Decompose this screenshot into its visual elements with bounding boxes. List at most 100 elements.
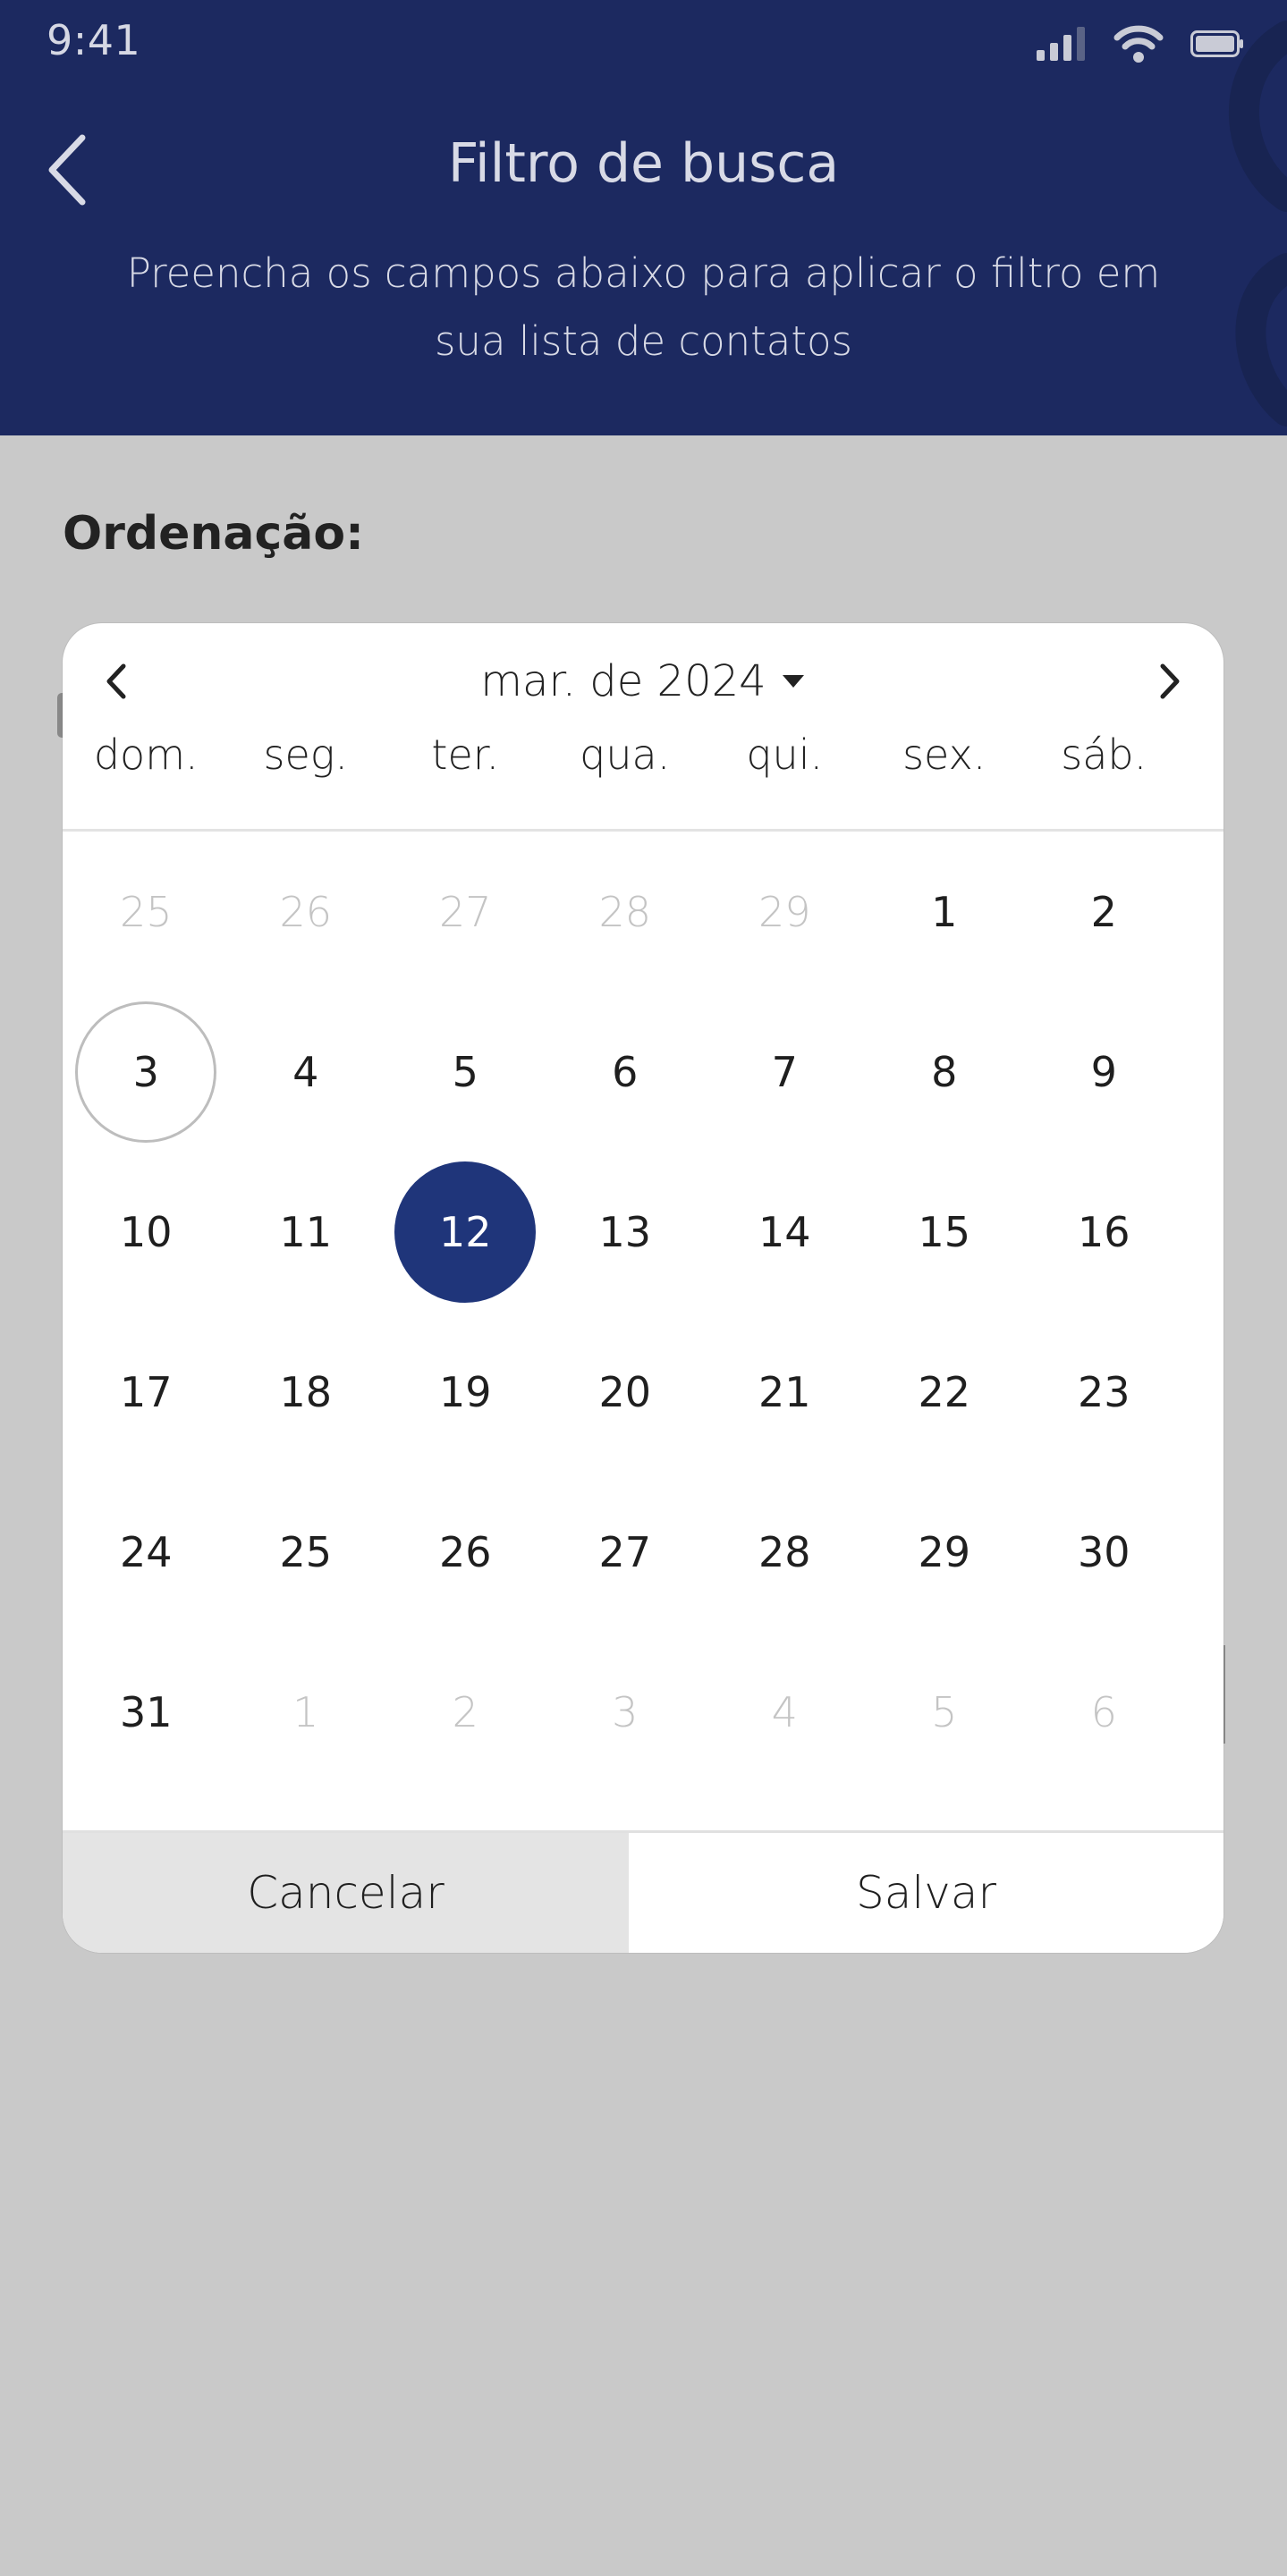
previous-month-button[interactable] — [85, 650, 148, 713]
header: 9:41 Filtro de busca Preencha os campos … — [0, 0, 1287, 435]
weekday-label: ter. — [431, 731, 500, 779]
weekday-header: dom. seg. ter. qua. qui. sex. sáb. — [66, 731, 1220, 779]
day-number: 5 — [452, 1047, 478, 1096]
day-cell[interactable]: 3 — [546, 1632, 706, 1792]
day-cell[interactable]: 24 — [66, 1472, 226, 1632]
day-cell[interactable]: 22 — [865, 1312, 1025, 1472]
day-number: 28 — [758, 1527, 811, 1576]
weekday-label: seg. — [263, 731, 349, 779]
day-number: 19 — [438, 1367, 492, 1416]
day-cell-selected[interactable]: 12 — [385, 1152, 546, 1312]
day-number: 27 — [438, 887, 492, 936]
day-number: 1 — [292, 1687, 319, 1736]
day-cell[interactable]: 17 — [66, 1312, 226, 1472]
day-cell[interactable]: 28 — [705, 1472, 865, 1632]
day-cell[interactable]: 1 — [226, 1632, 386, 1792]
day-cell[interactable]: 26 — [385, 1472, 546, 1632]
day-number: 28 — [598, 887, 652, 936]
day-cell[interactable]: 18 — [226, 1312, 386, 1472]
day-number: 18 — [279, 1367, 333, 1416]
day-number: 11 — [279, 1207, 333, 1256]
day-cell[interactable]: 6 — [1024, 1632, 1184, 1792]
cancel-button[interactable]: Cancelar — [63, 1833, 629, 1953]
day-number: 24 — [119, 1527, 173, 1576]
battery-icon — [1190, 30, 1243, 57]
day-number: 26 — [279, 887, 333, 936]
day-cell[interactable]: 26 — [226, 832, 386, 992]
page-title: Filtro de busca — [447, 132, 840, 195]
day-cell[interactable]: 4 — [226, 992, 386, 1152]
day-cell[interactable]: 21 — [705, 1312, 865, 1472]
day-cell[interactable]: 31 — [66, 1632, 226, 1792]
day-number: 4 — [292, 1047, 319, 1096]
day-number: 2 — [452, 1687, 478, 1736]
day-number: 31 — [119, 1687, 173, 1736]
day-number: 22 — [918, 1367, 971, 1416]
day-cell[interactable]: 29 — [865, 1472, 1025, 1632]
wifi-icon — [1113, 25, 1164, 63]
day-number: 4 — [771, 1687, 798, 1736]
month-year-selector[interactable]: mar. de 2024 — [63, 650, 1223, 713]
day-number: 9 — [1090, 1047, 1117, 1096]
day-number: 12 — [394, 1161, 537, 1303]
day-cell[interactable]: 30 — [1024, 1472, 1184, 1632]
day-cell[interactable]: 27 — [546, 1472, 706, 1632]
day-cell[interactable]: 2 — [1024, 832, 1184, 992]
next-month-button[interactable] — [1139, 650, 1201, 713]
day-cell[interactable]: 8 — [865, 992, 1025, 1152]
page-subtitle: Preencha os campos abaixo para aplicar o… — [126, 249, 1161, 365]
day-cell[interactable]: 4 — [705, 1632, 865, 1792]
day-cell-today[interactable]: 3 — [66, 992, 226, 1152]
day-cell[interactable]: 14 — [705, 1152, 865, 1312]
day-number: 15 — [918, 1207, 971, 1256]
chevron-left-icon — [106, 663, 126, 699]
day-number: 20 — [598, 1367, 652, 1416]
day-cell[interactable]: 29 — [705, 832, 865, 992]
day-number: 23 — [1077, 1367, 1130, 1416]
save-button[interactable]: Salvar — [629, 1833, 1223, 1953]
day-cell[interactable]: 27 — [385, 832, 546, 992]
day-number: 6 — [1090, 1687, 1117, 1736]
day-cell[interactable]: 10 — [66, 1152, 226, 1312]
day-cell[interactable]: 6 — [546, 992, 706, 1152]
day-cell[interactable]: 2 — [385, 1632, 546, 1792]
day-number: 3 — [612, 1687, 639, 1736]
day-cell[interactable]: 25 — [226, 1472, 386, 1632]
day-number: 25 — [119, 887, 173, 936]
day-number: 1 — [931, 887, 958, 936]
day-cell[interactable]: 16 — [1024, 1152, 1184, 1312]
day-number: 7 — [771, 1047, 798, 1096]
status-icons — [1037, 25, 1244, 63]
day-number: 26 — [438, 1527, 492, 1576]
weekday-label: dom. — [93, 731, 199, 779]
day-number: 2 — [1090, 887, 1117, 936]
day-number: 14 — [758, 1207, 811, 1256]
day-number: 25 — [279, 1527, 333, 1576]
day-number: 8 — [931, 1047, 958, 1096]
day-cell[interactable]: 15 — [865, 1152, 1025, 1312]
month-year-label: mar. de 2024 — [480, 656, 766, 706]
day-number: 16 — [1077, 1207, 1130, 1256]
day-cell[interactable]: 28 — [546, 832, 706, 992]
day-number: 27 — [598, 1527, 652, 1576]
date-picker-dialog: mar. de 2024 dom. seg. ter. qua. qui. sex. sáb… — [63, 623, 1223, 1953]
day-number: 30 — [1077, 1527, 1130, 1576]
day-cell[interactable]: 5 — [385, 992, 546, 1152]
day-cell[interactable]: 9 — [1024, 992, 1184, 1152]
day-number: 13 — [598, 1207, 652, 1256]
day-number: 21 — [758, 1367, 811, 1416]
day-cell[interactable]: 25 — [66, 832, 226, 992]
day-cell[interactable]: 11 — [226, 1152, 386, 1312]
day-cell[interactable]: 7 — [705, 992, 865, 1152]
day-cell[interactable]: 23 — [1024, 1312, 1184, 1472]
day-cell[interactable]: 19 — [385, 1312, 546, 1472]
status-time: 9:41 — [47, 16, 141, 64]
day-number: 3 — [75, 1001, 217, 1143]
caret-down-icon — [782, 675, 804, 688]
sort-label: Ordenação: — [63, 507, 364, 561]
day-number: 17 — [119, 1367, 173, 1416]
day-cell[interactable]: 5 — [865, 1632, 1025, 1792]
day-cell[interactable]: 13 — [546, 1152, 706, 1312]
day-cell[interactable]: 20 — [546, 1312, 706, 1472]
day-cell[interactable]: 1 — [865, 832, 1025, 992]
